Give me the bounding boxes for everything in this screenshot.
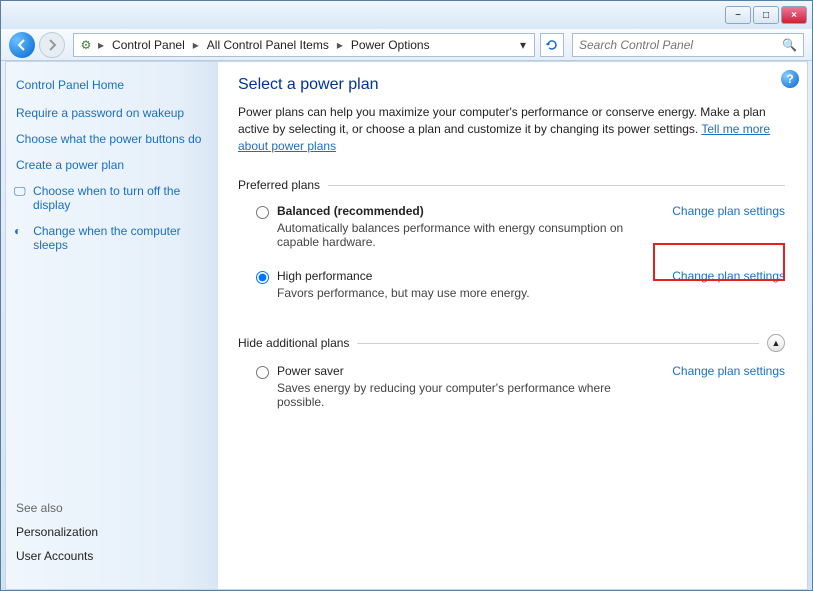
refresh-button[interactable] [540,33,564,57]
plan-desc: Automatically balances performance with … [277,221,656,249]
search-input[interactable] [579,38,782,52]
back-button[interactable] [9,32,35,58]
plan-balanced: Balanced (recommended) Automatically bal… [256,204,785,263]
breadcrumb-dropdown[interactable]: ▾ [516,38,530,52]
section-hide-plans[interactable]: Hide additional plans ▲ [238,334,785,352]
change-settings-saver[interactable]: Change plan settings [672,364,785,378]
forward-button[interactable] [39,32,65,58]
control-panel-icon: ⚙ [78,37,94,53]
breadcrumb-part[interactable]: Power Options [347,36,434,54]
search-box[interactable]: 🔍 [572,33,804,57]
see-also-label: See also [16,501,208,515]
help-icon[interactable]: ? [781,70,799,88]
plan-name: Power saver [277,364,656,378]
collapse-button[interactable]: ▲ [767,334,785,352]
sidebar-link-create-plan[interactable]: Create a power plan [16,158,208,172]
forward-arrow-icon [45,38,59,52]
page-description: Power plans can help you maximize your c… [238,104,785,154]
radio-high-performance[interactable] [256,271,269,284]
back-arrow-icon [15,38,29,52]
chevron-right-icon: ▸ [193,38,199,52]
plan-high-performance: High performance Favors performance, but… [256,269,785,314]
see-also-personalization[interactable]: Personalization [16,525,208,539]
moon-icon: ◐ [14,224,27,252]
close-button[interactable]: × [781,6,807,24]
sidebar-link-password[interactable]: Require a password on wakeup [16,106,208,120]
change-settings-balanced[interactable]: Change plan settings [672,204,785,218]
sidebar-home-link[interactable]: Control Panel Home [16,78,208,92]
page-title: Select a power plan [238,76,785,94]
section-preferred-plans: Preferred plans [238,178,785,192]
monitor-icon: 🖵 [14,184,27,212]
breadcrumb-part[interactable]: All Control Panel Items [203,36,333,54]
maximize-button[interactable]: □ [753,6,779,24]
chevron-right-icon: ▸ [337,38,343,52]
plan-name: Balanced (recommended) [277,204,656,218]
change-settings-high[interactable]: Change plan settings [672,269,785,283]
sidebar-link-buttons[interactable]: Choose what the power buttons do [16,132,208,146]
chevron-up-icon: ▲ [772,338,781,348]
breadcrumb[interactable]: ⚙ ▸ Control Panel ▸ All Control Panel It… [73,33,535,57]
breadcrumb-part[interactable]: Control Panel [108,36,189,54]
window: − □ × ⚙ ▸ Control Panel ▸ All Control Pa… [0,0,813,591]
chevron-right-icon: ▸ [98,38,104,52]
sidebar-link-sleep[interactable]: ◐ Change when the computer sleeps [14,224,208,252]
radio-power-saver[interactable] [256,366,269,379]
minimize-button[interactable]: − [725,6,751,24]
main-panel: ? Select a power plan Power plans can he… [218,62,807,589]
plan-desc: Favors performance, but may use more ene… [277,286,656,300]
plan-power-saver: Power saver Saves energy by reducing you… [256,364,785,423]
plan-desc: Saves energy by reducing your computer's… [277,381,656,409]
search-icon: 🔍 [782,38,797,52]
content: Control Panel Home Require a password on… [5,61,808,590]
toolbar: ⚙ ▸ Control Panel ▸ All Control Panel It… [1,29,812,61]
sidebar: Control Panel Home Require a password on… [6,62,218,589]
radio-balanced[interactable] [256,206,269,219]
sidebar-link-display-off[interactable]: 🖵 Choose when to turn off the display [14,184,208,212]
refresh-icon [545,38,559,52]
titlebar: − □ × [1,1,812,29]
plan-name: High performance [277,269,656,283]
see-also-user-accounts[interactable]: User Accounts [16,549,208,563]
